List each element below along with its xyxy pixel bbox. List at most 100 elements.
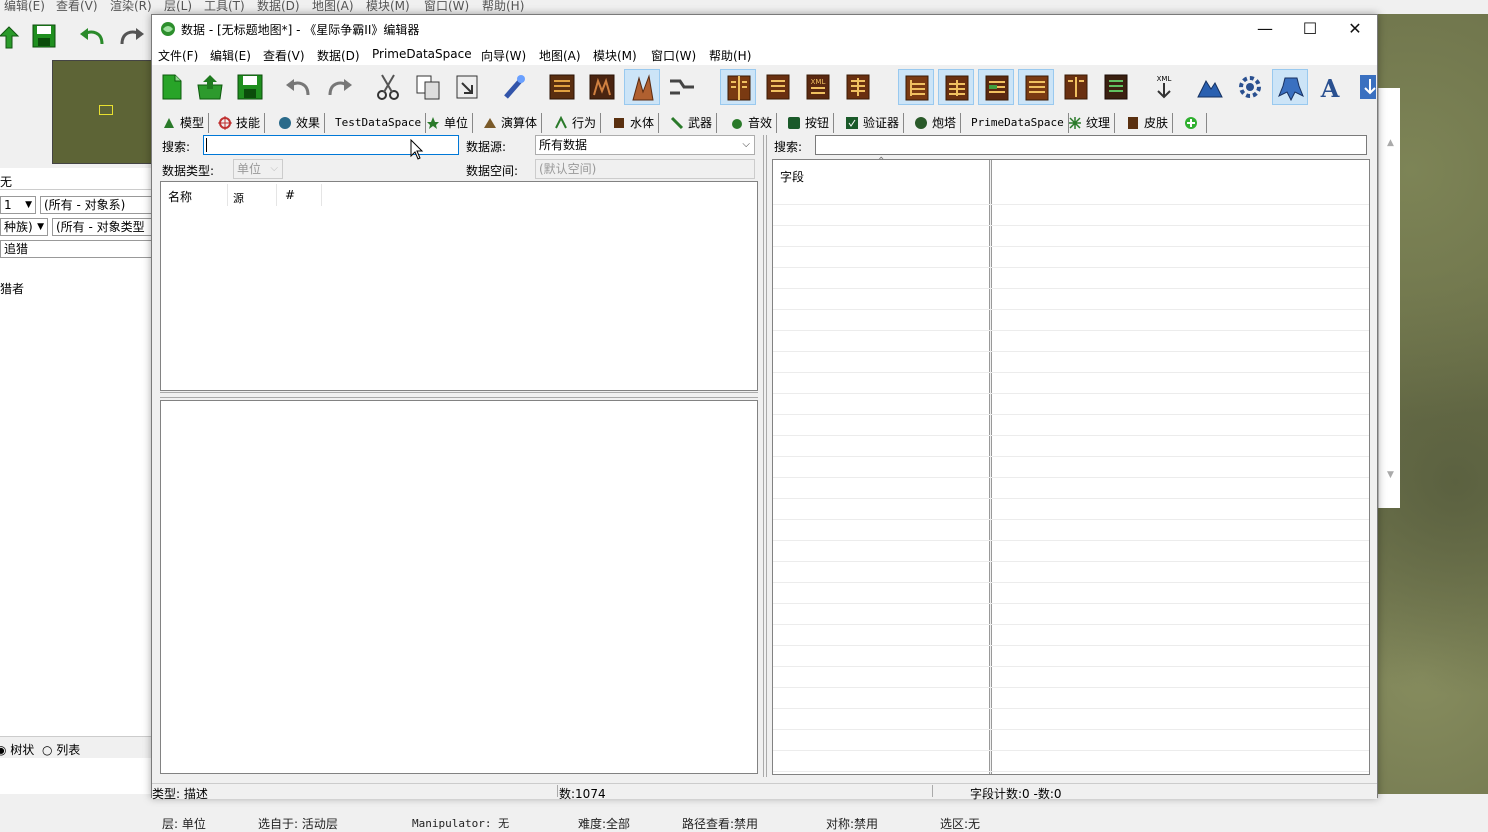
status-path: 路径查看:禁用 [682,817,759,831]
tab-validator[interactable]: 验证器 [845,113,905,133]
data-table-button[interactable] [544,69,580,105]
tab-unit[interactable]: 单位 [426,113,474,133]
tab-water[interactable]: 水体 [612,113,660,133]
bg-menu-map[interactable]: 地图(A) [312,0,354,14]
datasource-select[interactable]: 所有数据 ⌵ [535,135,755,155]
chevron-up-icon[interactable]: ▲ [1387,138,1394,148]
chevron-down-icon[interactable]: ▼ [1387,470,1394,480]
datatype-select[interactable]: 单位 ⌵ [233,159,283,179]
bg-list-item[interactable]: 猎者 [0,280,24,297]
radio-list[interactable]: ○ 列表 [42,741,80,758]
minimap-viewport[interactable] [99,105,113,115]
horizontal-splitter[interactable] [160,392,758,398]
field-search-input[interactable] [815,135,1367,155]
xml-export-button[interactable]: XML [1146,69,1182,105]
menu-primedataspace[interactable]: PrimeDataSpace [372,47,472,61]
xml-view-button[interactable]: XML [800,69,836,105]
bg-search-field[interactable]: 追猎 [0,240,152,258]
tab-button[interactable]: 按钮 [787,113,835,133]
copy-button[interactable] [410,69,446,105]
bg-menu-view[interactable]: 查看(V) [56,0,98,14]
title-bar[interactable]: 数据 - [无标题地图*] - 《星际争霸II》编辑器 — ☐ ✕ [152,15,1377,43]
cut-button[interactable] [370,69,406,105]
minimize-button[interactable]: — [1242,15,1288,43]
tab-behavior[interactable]: 行为 [554,113,602,133]
menu-help[interactable]: 帮助(H) [709,47,751,64]
unit-editor-button[interactable] [1272,69,1308,105]
menu-view[interactable]: 查看(V) [263,47,305,64]
add-tab-button[interactable] [1184,113,1207,133]
text-tool-button[interactable]: A [1312,69,1348,105]
new-button[interactable] [154,69,190,105]
object-list[interactable]: 名称 源 # [160,181,758,391]
undo-button[interactable] [280,69,316,105]
book-view-button[interactable] [720,69,756,105]
bg-menu-layer[interactable]: 层(L) [164,0,192,14]
bg-menu-help[interactable]: 帮助(H) [482,0,524,14]
menu-file[interactable]: 文件(F) [158,47,198,64]
terrain-button[interactable] [1192,69,1228,105]
connect-button[interactable] [664,69,700,105]
menu-module[interactable]: 模块(M) [593,47,637,64]
bg-menu-render[interactable]: 渲染(R) [110,0,152,14]
tab-weapon[interactable]: 武器 [670,113,718,133]
redo-button[interactable] [322,69,358,105]
field-value-splitter[interactable] [989,160,992,774]
field-column-header[interactable]: 字段 [780,168,804,185]
model-view-button[interactable] [584,69,620,105]
tab-testdataspace[interactable]: TestDataSpace [335,113,427,133]
tab-effect[interactable]: 效果 [278,113,326,133]
xml-edit-button[interactable] [1098,69,1134,105]
paste-button[interactable] [450,69,486,105]
menu-map[interactable]: 地图(A) [539,47,581,64]
bg-menu-module[interactable]: 模块(M) [366,0,410,14]
save-button[interactable] [232,69,268,105]
table-view-4-button[interactable] [1018,69,1054,105]
table-view-5-button[interactable] [1058,69,1094,105]
bg-menu-window[interactable]: 窗口(W) [424,0,469,14]
bg-select-1[interactable]: 1 ▼ [0,196,36,214]
settings-button[interactable] [1232,69,1268,105]
open-upload-icon[interactable] [0,24,22,50]
column-header-name[interactable]: 名称 [168,188,192,205]
tab-primedataspace[interactable]: PrimeDataSpace [971,113,1069,133]
bg-menu-data[interactable]: 数据(D) [257,0,300,14]
minimap[interactable] [52,60,152,164]
bg-select-4[interactable]: (所有 - 对象类型 [52,218,152,236]
tab-model[interactable]: 模型 [162,113,210,133]
menu-window[interactable]: 窗口(W) [651,47,696,64]
tab-sound[interactable]: 音效 [730,113,778,133]
bg-select-3[interactable]: 种族) ▼ [0,218,48,236]
bg-select-2[interactable]: (所有 - 对象系) [40,196,152,214]
tab-ability[interactable]: 技能 [218,113,266,133]
open-button[interactable] [192,69,228,105]
tab-actor[interactable]: 演算体 [483,113,543,133]
dataspace-select[interactable]: (默认空间) [535,159,755,179]
table-view-2-button[interactable] [938,69,974,105]
wizard-button[interactable] [496,69,532,105]
tab-skin[interactable]: 皮肤 [1126,113,1174,133]
undo-icon[interactable] [78,24,106,48]
column-header-source[interactable]: 源 [233,190,244,206]
grid-view-button[interactable] [840,69,876,105]
tab-texture[interactable]: 纹理 [1068,113,1116,133]
bg-menu-tools[interactable]: 工具(T) [204,0,245,14]
column-header-count[interactable]: # [285,188,295,202]
tab-turret[interactable]: 炮塔 [914,113,962,133]
import-button[interactable] [1352,69,1376,105]
save-icon[interactable] [32,24,56,48]
maximize-button[interactable]: ☐ [1287,15,1333,43]
menu-edit[interactable]: 编辑(E) [210,47,251,64]
unit-view-button[interactable] [624,69,660,105]
table-view-1-button[interactable] [898,69,934,105]
menu-data[interactable]: 数据(D) [317,47,360,64]
table-view-3-button[interactable] [978,69,1014,105]
vertical-splitter[interactable] [763,135,767,777]
list-view-button[interactable] [760,69,796,105]
bg-menu-edit[interactable]: 编辑(E) [4,0,45,14]
close-button[interactable]: ✕ [1332,15,1378,43]
menu-wizard[interactable]: 向导(W) [481,47,526,64]
field-grid[interactable]: ⌃ 字段 [772,156,1370,775]
radio-tree[interactable]: ◉ 树状 [0,741,34,758]
redo-icon[interactable] [118,24,146,48]
